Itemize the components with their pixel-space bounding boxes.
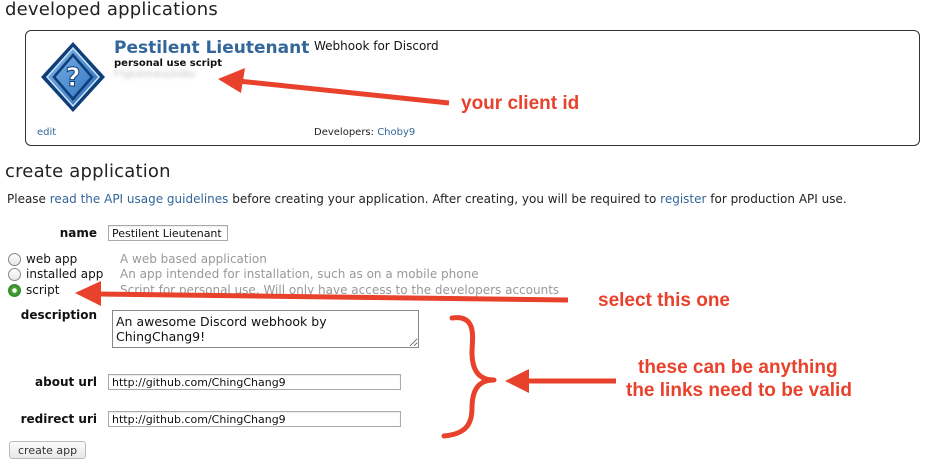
- edit-link[interactable]: edit: [37, 127, 56, 138]
- app-type-label: personal use script: [114, 58, 222, 69]
- developed-applications-heading: developed applications: [5, 0, 218, 20]
- intro-mid: before creating your application. After …: [228, 192, 661, 206]
- api-guidelines-link[interactable]: read the API usage guidelines: [50, 192, 229, 206]
- radio-installed-app-help: An app intended for installation, such a…: [120, 267, 479, 281]
- create-app-button[interactable]: create app: [9, 441, 87, 459]
- annotation-client-id: your client id: [461, 93, 580, 114]
- about-url-label: about url: [35, 375, 97, 389]
- radio-script-button[interactable]: [8, 284, 21, 297]
- description-textarea[interactable]: An awesome Discord webhook by ChingChang…: [112, 310, 419, 348]
- radio-script-help: Script for personal use. Will only have …: [120, 283, 560, 297]
- name-input[interactable]: [108, 225, 228, 241]
- about-url-input[interactable]: [108, 374, 401, 390]
- intro-post: for production API use.: [706, 192, 847, 206]
- arrow-links-head: [505, 369, 529, 393]
- developers-line: Developers: Choby9: [314, 127, 415, 138]
- radio-installed-app-button[interactable]: [8, 268, 21, 281]
- svg-text:?: ?: [65, 63, 80, 93]
- intro-text: Please read the API usage guidelines bef…: [7, 192, 847, 206]
- developed-app-card: ? Pestilent Lieutenant personal use scri…: [25, 30, 920, 146]
- register-link[interactable]: register: [660, 192, 706, 206]
- app-description: Webhook for Discord: [314, 39, 439, 53]
- create-application-heading: create application: [5, 161, 171, 182]
- app-name-link[interactable]: Pestilent Lieutenant: [114, 38, 309, 58]
- redirect-uri-input[interactable]: [108, 411, 401, 427]
- radio-web-app-button[interactable]: [8, 253, 21, 266]
- annotation-anything-line1: these can be anything: [638, 357, 838, 378]
- intro-pre: Please: [7, 192, 50, 206]
- redirect-uri-label: redirect uri: [20, 412, 97, 426]
- app-question-icon: ?: [41, 42, 105, 112]
- radio-script-label: script: [26, 283, 60, 297]
- description-label: description: [20, 308, 97, 322]
- annotation-select: select this one: [598, 290, 730, 311]
- developers-label: Developers:: [314, 127, 375, 138]
- client-id-value: FYgkdUh4sa2tdke: [114, 70, 195, 80]
- name-label: name: [59, 226, 97, 240]
- radio-web-app-label: web app: [26, 252, 78, 266]
- arrow-select-head: [75, 281, 101, 306]
- annotation-anything-line2: the links need to be valid: [626, 380, 852, 401]
- curly-brace-mark: [441, 315, 497, 439]
- radio-web-app-help: A web based application: [120, 252, 267, 266]
- developer-link[interactable]: Choby9: [377, 127, 415, 138]
- radio-installed-app-label: installed app: [26, 267, 104, 281]
